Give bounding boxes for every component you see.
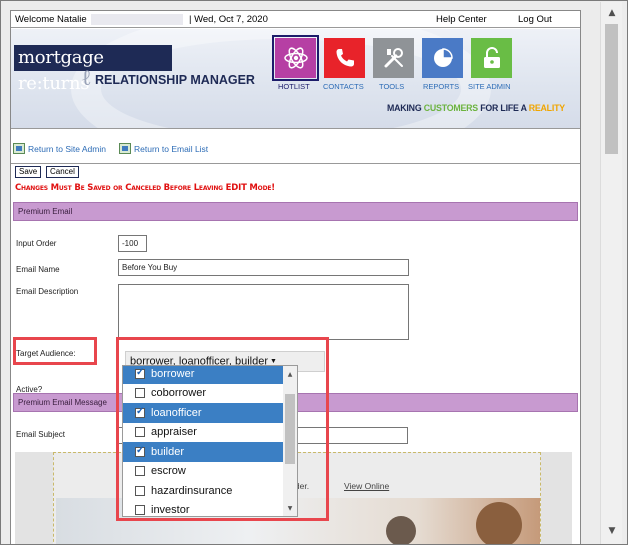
top-bar: Welcome Natalie | Wed, Oct 7, 2020 Help … — [11, 11, 580, 28]
dropdown-option-label: builder — [151, 445, 185, 458]
cancel-button[interactable]: Cancel — [46, 166, 79, 178]
dropdown-option[interactable]: escrow — [123, 462, 283, 482]
edit-mode-warning: Changes Must Be Saved or Canceled Before… — [15, 183, 275, 193]
dropdown-option-label: escrow — [151, 465, 186, 478]
nav-tools-button[interactable] — [373, 38, 414, 78]
tools-icon — [384, 48, 403, 68]
email-name-field[interactable] — [118, 259, 409, 276]
nav-reports-label[interactable]: REPORTS — [423, 82, 459, 91]
scroll-up-icon[interactable]: ▲ — [283, 368, 297, 380]
date-text: | Wed, Oct 7, 2020 — [189, 14, 268, 25]
nav-reports-button[interactable] — [422, 38, 463, 78]
checkbox-unchecked[interactable] — [135, 427, 145, 438]
dropdown-option-label: loanofficer — [151, 406, 202, 419]
dropdown-option[interactable]: hazardinsurance — [123, 481, 283, 501]
scroll-down-icon[interactable]: ▼ — [283, 502, 297, 514]
dropdown-option-label: appraiser — [151, 426, 197, 439]
email-description-label: Email Description — [16, 287, 79, 296]
atom-icon — [283, 47, 308, 69]
dropdown-option-label: hazardinsurance — [151, 484, 233, 497]
brand-subtitle: RELATIONSHIP MANAGER — [95, 73, 255, 87]
email-name-label: Email Name — [16, 265, 60, 274]
scrollbar-thumb[interactable] — [285, 394, 295, 464]
dropdown-option[interactable]: builder — [123, 442, 283, 462]
header-banner: mortgage re:turns ℓ RELATIONSHIP MANAGER — [11, 29, 580, 129]
nav-site-admin-label[interactable]: SITE ADMIN — [468, 82, 511, 91]
help-center-link[interactable]: Help Center — [436, 14, 487, 25]
dropdown-option-label: borrower — [151, 367, 195, 380]
nav-tools-label[interactable]: TOOLS — [379, 82, 404, 91]
checkbox-unchecked[interactable] — [135, 505, 145, 516]
input-order-field[interactable] — [118, 235, 147, 252]
scroll-down-icon[interactable]: ▼ — [601, 522, 623, 540]
scroll-up-icon[interactable]: ▲ — [601, 4, 623, 22]
logout-link[interactable]: Log Out — [518, 14, 552, 25]
target-audience-label: Target Audience: — [16, 349, 76, 358]
return-to-email-list-label: Return to Email List — [134, 143, 209, 154]
return-to-email-list-link[interactable]: Return to Email List — [119, 143, 208, 154]
dropdown-option-label: investor — [151, 504, 190, 517]
save-button[interactable]: Save — [15, 166, 42, 178]
section-header-premium-email: Premium Email — [13, 202, 578, 221]
brand-logo: mortgage re:turns — [14, 45, 172, 94]
page-scrollbar[interactable]: ▲ ▼ — [600, 2, 622, 544]
phone-icon — [336, 49, 354, 67]
browser-window: Welcome Natalie | Wed, Oct 7, 2020 Help … — [0, 0, 628, 545]
tagline-part: CUSTOMERS — [423, 103, 478, 113]
dropdown-option[interactable]: investor — [123, 501, 283, 517]
photo-person — [386, 516, 416, 544]
dropdown-option[interactable]: borrower — [123, 366, 283, 384]
checkbox-unchecked[interactable] — [135, 466, 145, 477]
checkbox-unchecked[interactable] — [135, 485, 145, 496]
redacted-username — [91, 14, 183, 25]
tagline: MAKING CUSTOMERS FOR LIFE A REALITY — [387, 103, 565, 113]
return-to-site-admin-label: Return to Site Admin — [28, 143, 106, 154]
dropdown-option[interactable]: appraiser — [123, 423, 283, 443]
target-audience-dropdown-list[interactable]: borrower coborrower loanofficer appraise… — [122, 365, 298, 517]
pie-chart-icon — [433, 48, 453, 67]
email-subject-label: Email Subject — [16, 430, 65, 439]
tagline-part: REALITY — [528, 103, 565, 113]
nav-contacts-label[interactable]: CONTACTS — [323, 82, 364, 91]
nav-hotlist-button[interactable] — [272, 35, 319, 81]
caret-down-icon: ▼ — [270, 358, 277, 365]
tagline-part: FOR LIFE A — [477, 103, 529, 113]
lock-icon — [483, 47, 500, 68]
return-to-site-admin-link[interactable]: Return to Site Admin — [13, 143, 106, 154]
nav-contacts-button[interactable] — [324, 38, 365, 78]
nav-site-admin-button[interactable] — [471, 38, 512, 78]
checkbox-checked[interactable] — [135, 406, 145, 418]
welcome-text: Welcome Natalie — [15, 14, 87, 25]
logo-swirl-icon: ℓ — [81, 66, 92, 91]
checkbox-checked[interactable] — [135, 445, 145, 457]
view-online-link[interactable]: View Online — [344, 481, 389, 491]
checkbox-unchecked[interactable] — [135, 388, 145, 399]
nav-hotlist-label[interactable]: HOTLIST — [278, 82, 310, 91]
dropdown-option-label: coborrower — [151, 387, 207, 400]
photo-person — [476, 502, 522, 544]
tagline-part: MAKING — [387, 103, 424, 113]
scrollbar-thumb[interactable] — [605, 24, 618, 154]
input-order-label: Input Order — [16, 239, 57, 248]
breadcrumb: Return to Site Admin Return to Email Lis… — [11, 130, 580, 164]
return-icon — [119, 143, 131, 154]
dropdown-scrollbar[interactable]: ▲ ▼ — [283, 366, 297, 516]
dropdown-option[interactable]: loanofficer — [123, 403, 283, 423]
checkbox-checked[interactable] — [135, 367, 145, 379]
email-description-field[interactable] — [118, 284, 409, 340]
dropdown-option[interactable]: coborrower — [123, 384, 283, 404]
return-icon — [13, 143, 25, 154]
